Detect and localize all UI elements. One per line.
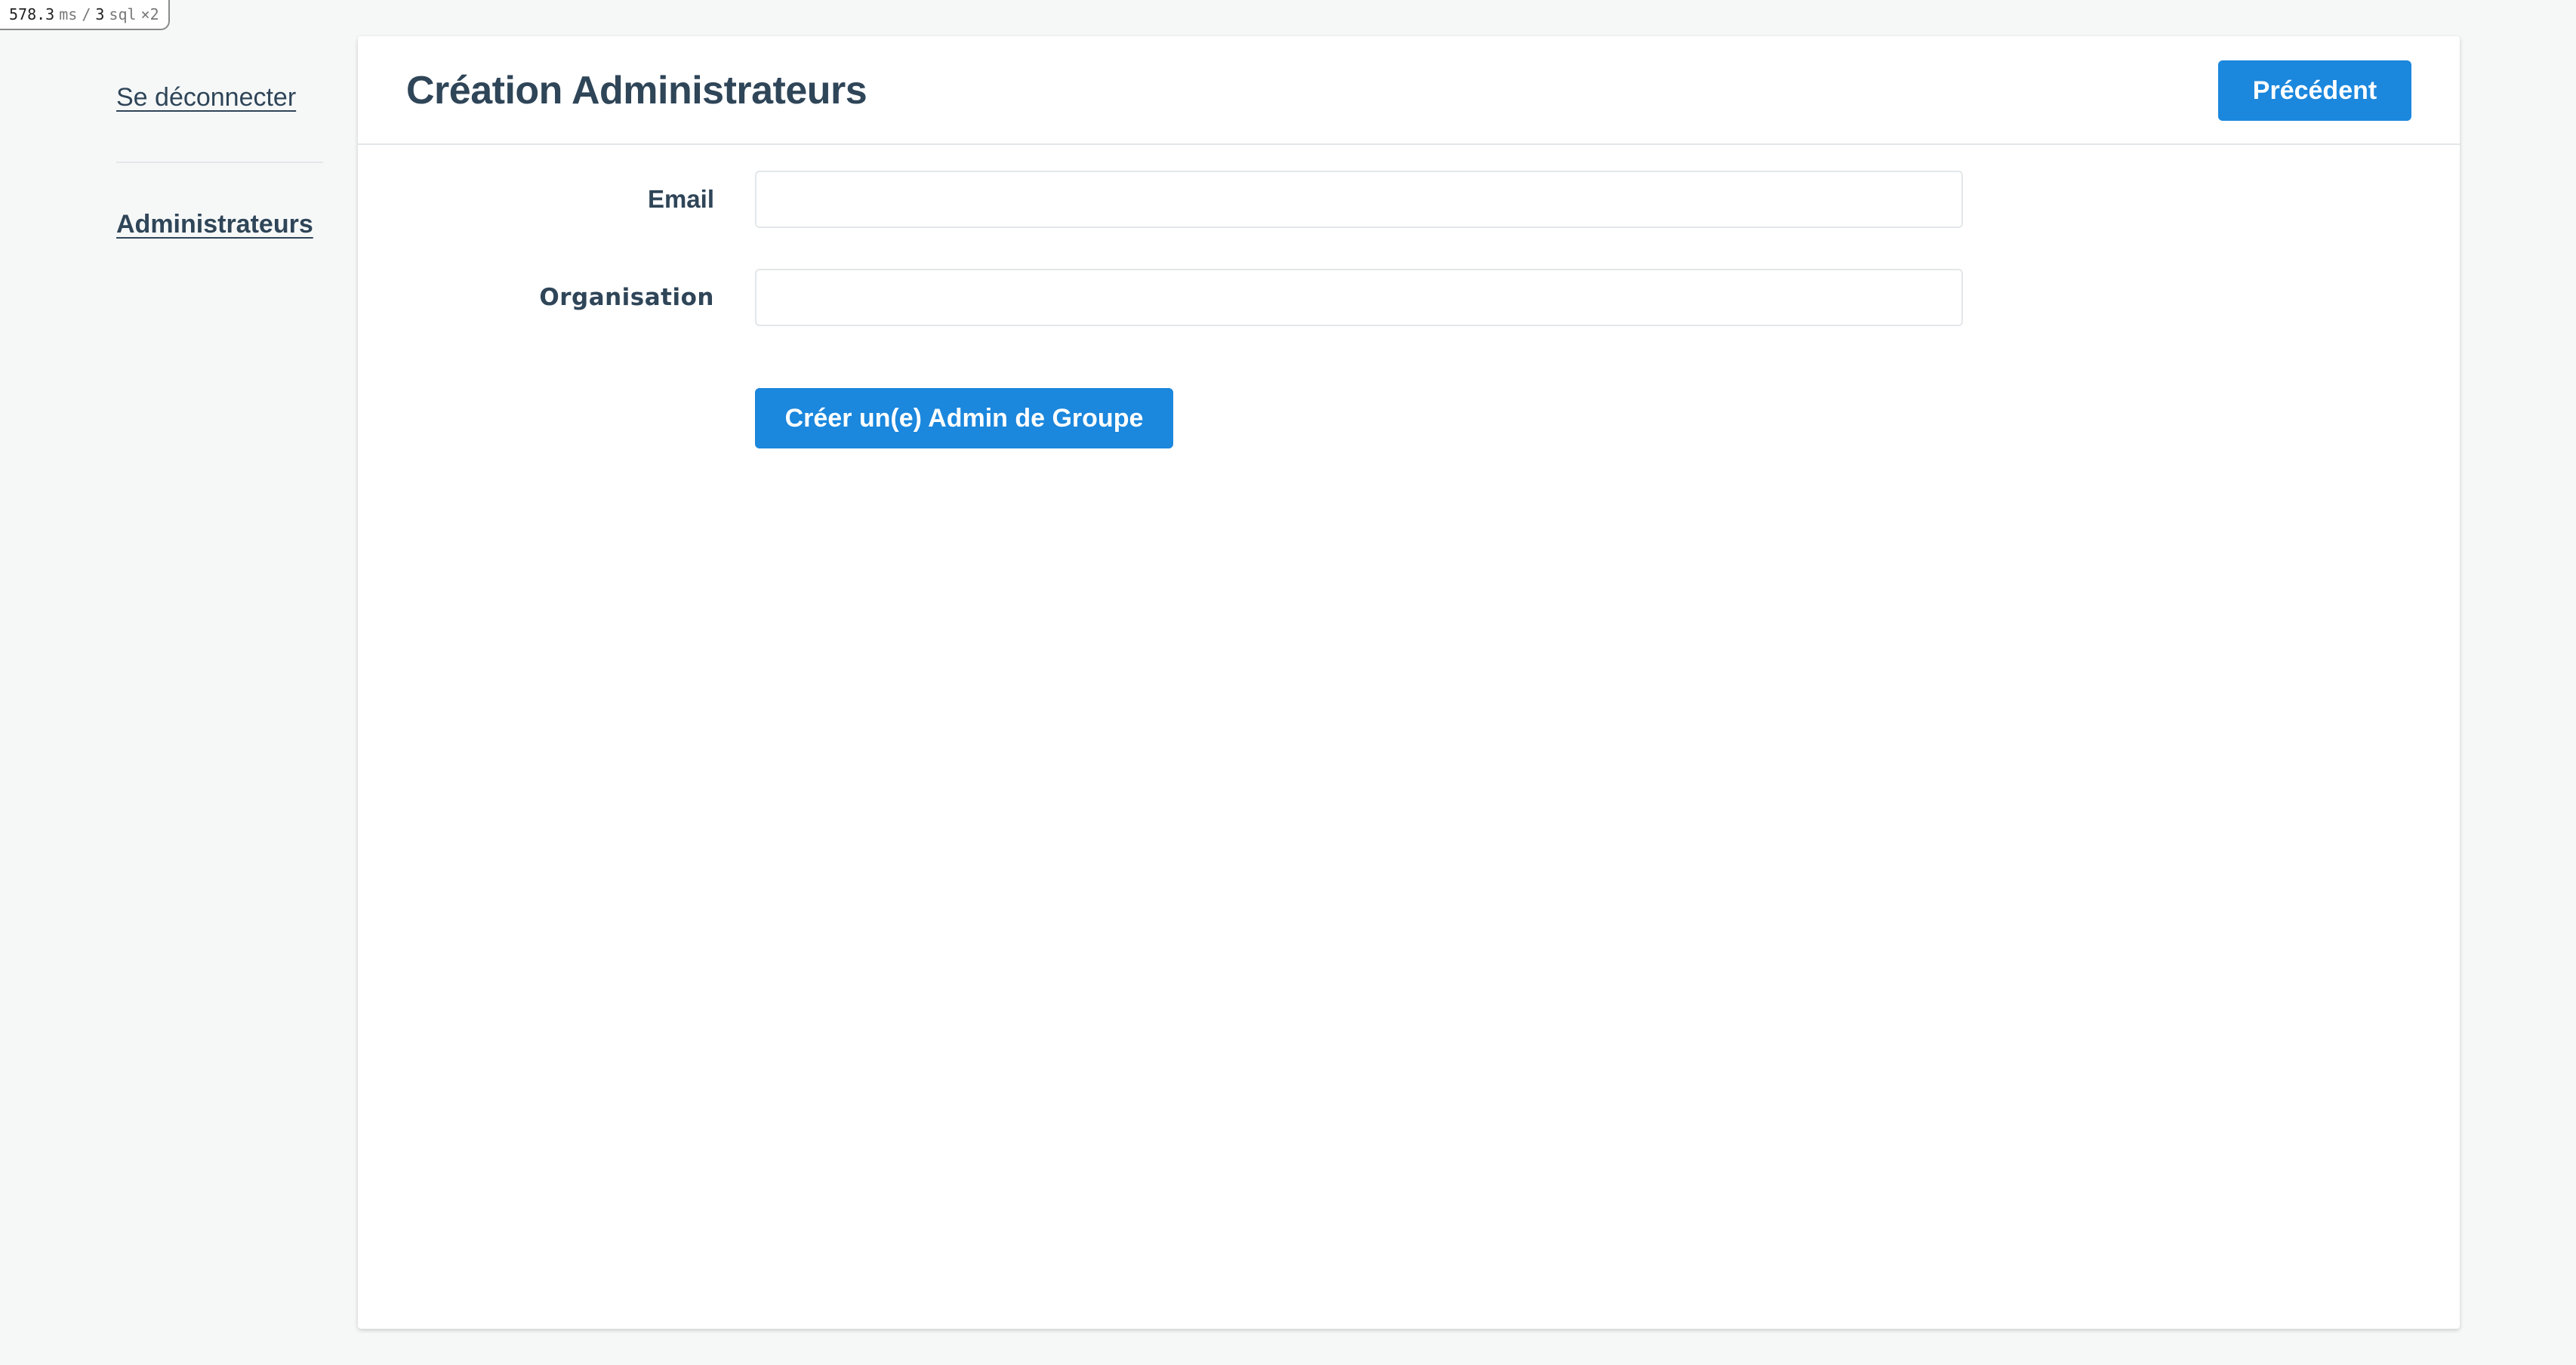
create-group-admin-button[interactable]: Créer un(e) Admin de Groupe — [755, 388, 1173, 448]
panel-header: Création Administrateurs Précédent — [358, 36, 2460, 145]
debug-time-unit: ms — [59, 5, 78, 23]
logout-link[interactable]: Se déconnecter — [116, 83, 296, 112]
email-row: Email — [358, 171, 2460, 228]
debug-toolbar[interactable]: 578.3 ms / 3 sql ×2 — [0, 0, 170, 30]
page-title: Création Administrateurs — [406, 69, 867, 112]
organisation-row: Organisation — [358, 269, 2460, 326]
debug-sql-label: sql — [109, 5, 137, 23]
organisation-label: Organisation — [539, 284, 714, 311]
organisation-input[interactable] — [755, 269, 1963, 326]
email-label: Email — [647, 185, 714, 213]
back-button[interactable]: Précédent — [2218, 60, 2411, 121]
debug-time-value: 578.3 — [9, 5, 55, 23]
debug-separator: / — [82, 5, 91, 23]
main-panel: Création Administrateurs Précédent Email… — [358, 36, 2460, 1329]
debug-sql-count: 3 — [95, 5, 105, 23]
sidebar-item-administrateurs[interactable]: Administrateurs — [116, 210, 313, 239]
email-input[interactable] — [755, 171, 1963, 228]
sidebar-divider — [116, 162, 323, 163]
debug-multiplier: ×2 — [140, 5, 159, 23]
